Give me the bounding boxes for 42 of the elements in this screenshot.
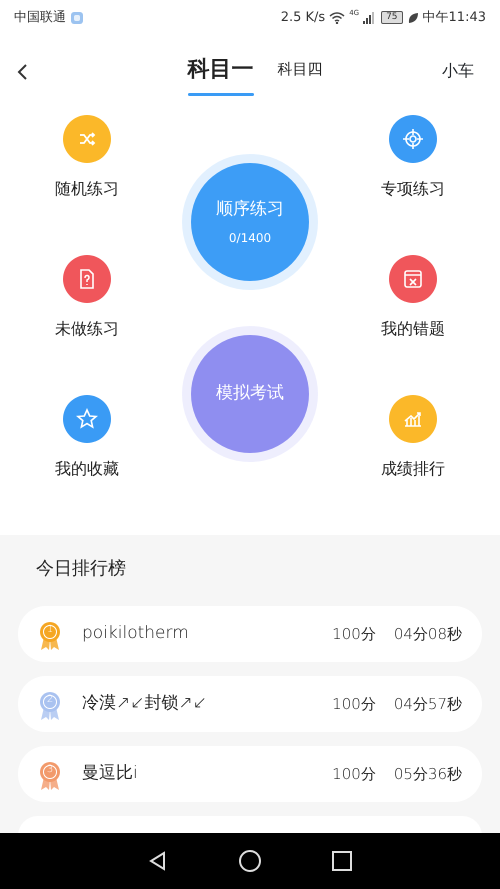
network-speed: 2.5 K/s (280, 8, 326, 27)
player-name: 曼逗比i (82, 762, 139, 786)
player-name: poikilotherm (82, 622, 190, 646)
feature-label: 我的收藏 (55, 458, 119, 480)
feature-label: 我的错题 (381, 318, 445, 340)
time-value: 04分08秒 (394, 624, 462, 645)
score-value: 100分 (332, 624, 376, 645)
feature-button[interactable] (63, 255, 111, 303)
vehicle-button[interactable]: 小车 (442, 59, 474, 83)
clock-time: 中午11:43 (422, 8, 486, 27)
feature-label: 成绩排行 (381, 458, 445, 480)
time-value: 05分36秒 (394, 764, 462, 785)
feature-label: 专项练习 (381, 178, 445, 200)
target-icon (401, 127, 425, 151)
battery-level: 75 (381, 11, 403, 24)
subject-tab[interactable]: 科目一 (184, 46, 258, 96)
circle-icon (239, 850, 261, 872)
back-icon (16, 62, 28, 81)
feature-label: 未做练习 (55, 318, 119, 340)
star-icon (75, 407, 99, 431)
feature-button[interactable] (63, 115, 111, 163)
square-icon (331, 850, 353, 872)
score-value: 100分 (332, 764, 376, 785)
feature-label: 随机练习 (55, 178, 119, 200)
carrier-name: 中国联通 (14, 8, 66, 27)
recents-nav-button[interactable] (331, 850, 353, 872)
rank-number: 3 (46, 763, 54, 777)
time-value: 04分57秒 (394, 694, 462, 715)
shield-icon (70, 10, 84, 24)
leaf-icon (406, 12, 419, 24)
feature-button[interactable] (63, 395, 111, 443)
score-value: 100分 (332, 694, 376, 715)
subject-tab[interactable]: 科目四 (274, 52, 326, 90)
window-x-icon (401, 267, 425, 291)
feature-button[interactable] (389, 255, 437, 303)
wifi-icon (329, 11, 346, 24)
player-name: 冷漠↗↙封锁↗↙ (82, 692, 208, 716)
leaderboard-title: 今日排行榜 (35, 557, 127, 581)
feature-button[interactable] (389, 115, 437, 163)
rank-number: 2 (46, 693, 54, 707)
home-nav-button[interactable] (239, 850, 261, 872)
feature-button[interactable] (389, 395, 437, 443)
